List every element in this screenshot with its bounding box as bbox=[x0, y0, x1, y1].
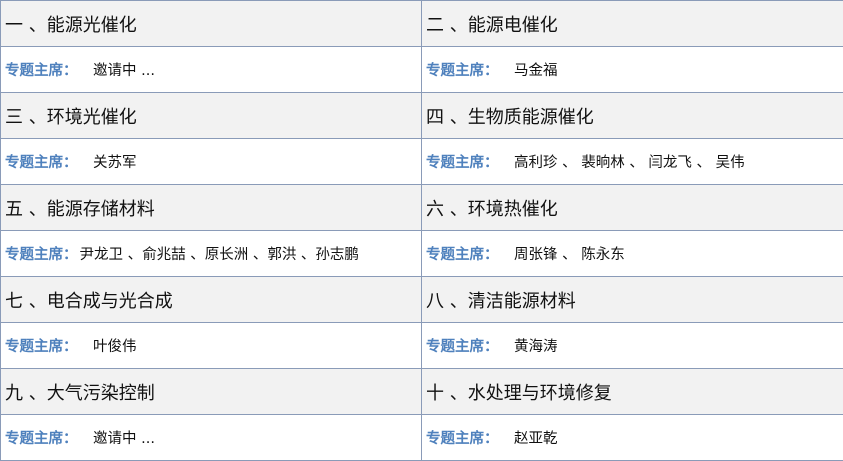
chair-names: 高利珍 、 裴晌林 、 闫龙飞 、 吴伟 bbox=[514, 155, 745, 171]
session-title: 一 、能源光催化 bbox=[0, 0, 422, 47]
session-chair-cell: 专题主席： 马金福 bbox=[421, 46, 843, 93]
session-chair-row: 专题主席： 关苏军 专题主席： 高利珍 、 裴晌林 、 闫龙飞 、 吴伟 bbox=[0, 138, 843, 185]
chair-names: 赵亚乾 bbox=[514, 431, 558, 447]
session-title: 五 、能源存储材料 bbox=[0, 184, 422, 231]
session-chair-cell: 专题主席： 周张锋 、 陈永东 bbox=[421, 230, 843, 277]
session-chair-cell: 专题主席： 高利珍 、 裴晌林 、 闫龙飞 、 吴伟 bbox=[421, 138, 843, 185]
session-title-row: 三 、环境光催化 四 、生物质能源催化 bbox=[0, 92, 843, 139]
session-chair-row: 专题主席： 尹龙卫 、俞兆喆 、原长洲 、郭洪 、孙志鹏 专题主席： 周张锋 、 陈… bbox=[0, 230, 843, 277]
session-title: 二 、能源电催化 bbox=[421, 0, 843, 47]
session-table: 一 、能源光催化 二 、能源电催化 专题主席： 邀请中 ... 专题主席： 马金福 … bbox=[0, 0, 843, 461]
session-chair-row: 专题主席： 邀请中 ... 专题主席： 赵亚乾 bbox=[0, 414, 843, 461]
chair-label: 专题主席： bbox=[5, 63, 78, 79]
session-title: 三 、环境光催化 bbox=[0, 92, 422, 139]
session-title: 四 、生物质能源催化 bbox=[421, 92, 843, 139]
session-title-row: 七 、电合成与光合成 八 、清洁能源材料 bbox=[0, 276, 843, 323]
chair-names: 黄海涛 bbox=[514, 339, 558, 355]
chair-names: 尹龙卫 、俞兆喆 、原长洲 、郭洪 、孙志鹏 bbox=[79, 247, 359, 263]
chair-names: 叶俊伟 bbox=[93, 339, 137, 355]
session-chair-cell: 专题主席： 尹龙卫 、俞兆喆 、原长洲 、郭洪 、孙志鹏 bbox=[0, 230, 422, 277]
chair-names: 周张锋 、 陈永东 bbox=[514, 247, 625, 263]
session-chair-cell: 专题主席： 邀请中 ... bbox=[0, 46, 422, 93]
chair-label: 专题主席： bbox=[5, 247, 78, 263]
session-title: 六 、环境热催化 bbox=[421, 184, 843, 231]
session-title: 十 、水处理与环境修复 bbox=[421, 368, 843, 415]
chair-label: 专题主席： bbox=[426, 155, 499, 171]
session-chair-row: 专题主席： 叶俊伟 专题主席： 黄海涛 bbox=[0, 322, 843, 369]
session-chair-cell: 专题主席： 叶俊伟 bbox=[0, 322, 422, 369]
session-title-row: 一 、能源光催化 二 、能源电催化 bbox=[0, 0, 843, 47]
session-chair-cell: 专题主席： 黄海涛 bbox=[421, 322, 843, 369]
chair-label: 专题主席： bbox=[5, 339, 78, 355]
chair-label: 专题主席： bbox=[5, 431, 78, 447]
chair-label: 专题主席： bbox=[426, 431, 499, 447]
chair-names: 邀请中 ... bbox=[93, 63, 155, 79]
chair-label: 专题主席： bbox=[426, 247, 499, 263]
chair-names: 关苏军 bbox=[93, 155, 137, 171]
session-title: 八 、清洁能源材料 bbox=[421, 276, 843, 323]
session-title: 七 、电合成与光合成 bbox=[0, 276, 422, 323]
session-chair-row: 专题主席： 邀请中 ... 专题主席： 马金福 bbox=[0, 46, 843, 93]
session-chair-cell: 专题主席： 关苏军 bbox=[0, 138, 422, 185]
session-title-row: 五 、能源存储材料 六 、环境热催化 bbox=[0, 184, 843, 231]
chair-label: 专题主席： bbox=[5, 155, 78, 171]
chair-label: 专题主席： bbox=[426, 339, 499, 355]
chair-label: 专题主席： bbox=[426, 63, 499, 79]
session-title-row: 九 、大气污染控制 十 、水处理与环境修复 bbox=[0, 368, 843, 415]
chair-names: 马金福 bbox=[514, 63, 558, 79]
chair-names: 邀请中 ... bbox=[93, 431, 155, 447]
session-chair-cell: 专题主席： 邀请中 ... bbox=[0, 414, 422, 461]
session-chair-cell: 专题主席： 赵亚乾 bbox=[421, 414, 843, 461]
session-title: 九 、大气污染控制 bbox=[0, 368, 422, 415]
